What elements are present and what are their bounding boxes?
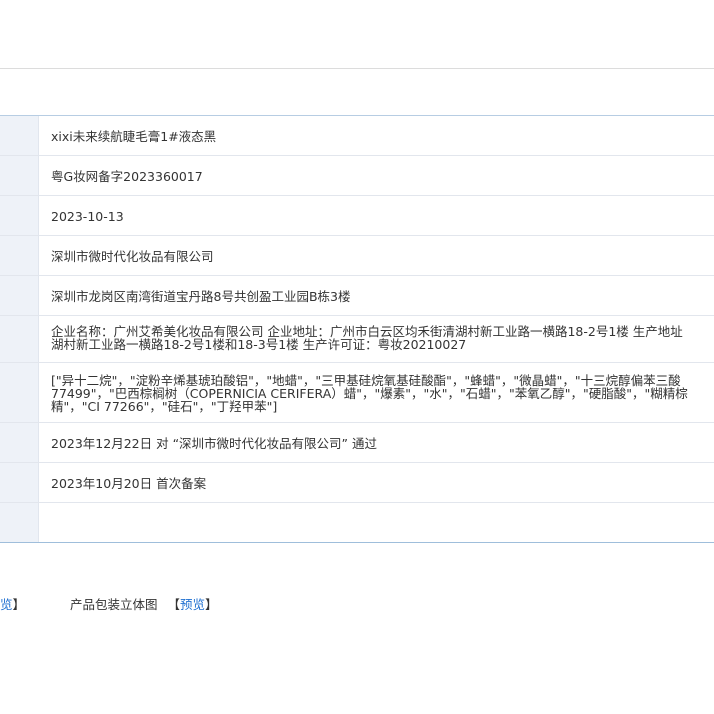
attachments-footer: 览】 产品包装立体图 【预览】	[0, 594, 714, 614]
review-status-value: 2023年12月22日 对 “深圳市微时代化妆品有限公司” 通过	[51, 436, 377, 451]
registration-date-value: 2023-10-13	[51, 209, 124, 224]
table-row-registration-no: 粤G妆网备字2023360017	[0, 156, 714, 196]
table-row-empty	[0, 503, 714, 542]
filing-history-value: 2023年10月20日 首次备案	[51, 476, 207, 491]
manufacturer-value: 企业名称：广州艾希美化妆品有限公司 企业地址：广州市白云区均禾街清湖村新工业路一…	[51, 325, 683, 351]
ingredients-value: ["异十二烷"，"淀粉辛烯基琥珀酸铝"，"地蜡"，"三甲基硅烷氧基硅酸酯"，"蜂…	[51, 374, 688, 413]
product-info-table: xixi未来续航睫毛膏1#液态黑 粤G妆网备字2023360017 2023-1…	[0, 115, 714, 543]
registrant-value: 深圳市微时代化妆品有限公司	[51, 249, 214, 264]
table-row-review-status: 2023年12月22日 对 “深圳市微时代化妆品有限公司” 通过	[0, 423, 714, 463]
previous-attachment: 览】	[0, 594, 25, 613]
package-image-attachment: 产品包装立体图 【预览】	[70, 594, 218, 613]
registration-no-value: 粤G妆网备字2023360017	[51, 169, 203, 184]
manufacturer-line-2: 湖村新工业路一横路18-2号1楼和18-3号1楼 生产许可证：粤妆2021002…	[51, 337, 467, 352]
previous-bracket-close: 】	[12, 597, 26, 612]
package-image-label: 产品包装立体图	[70, 597, 158, 612]
registrant-address-value: 深圳市龙岗区南湾街道宝丹路8号共创盈工业园B栋3楼	[51, 289, 351, 304]
previous-preview-link[interactable]: 览	[0, 597, 13, 612]
table-row-product-name: xixi未来续航睫毛膏1#液态黑	[0, 116, 714, 156]
table-row-ingredients: ["异十二烷"，"淀粉辛烯基琥珀酸铝"，"地蜡"，"三甲基硅烷氧基硅酸酯"，"蜂…	[0, 363, 714, 423]
package-bracket-close: 】	[205, 597, 218, 612]
product-name-value: xixi未来续航睫毛膏1#液态黑	[51, 129, 217, 144]
package-bracket-open: 【	[167, 597, 181, 612]
table-row-registrant: 深圳市微时代化妆品有限公司	[0, 236, 714, 276]
package-preview-link[interactable]: 预览	[180, 597, 205, 612]
header-divider-top	[0, 68, 714, 69]
table-row-registration-date: 2023-10-13	[0, 196, 714, 236]
table-row-manufacturer: 企业名称：广州艾希美化妆品有限公司 企业地址：广州市白云区均禾街清湖村新工业路一…	[0, 316, 714, 363]
ingredients-line-3: 精"，"CI 77266"，"硅石"，"丁羟甲苯"]	[51, 399, 278, 414]
table-row-filing-history: 2023年10月20日 首次备案	[0, 463, 714, 503]
table-row-registrant-address: 深圳市龙岗区南湾街道宝丹路8号共创盈工业园B栋3楼	[0, 276, 714, 316]
